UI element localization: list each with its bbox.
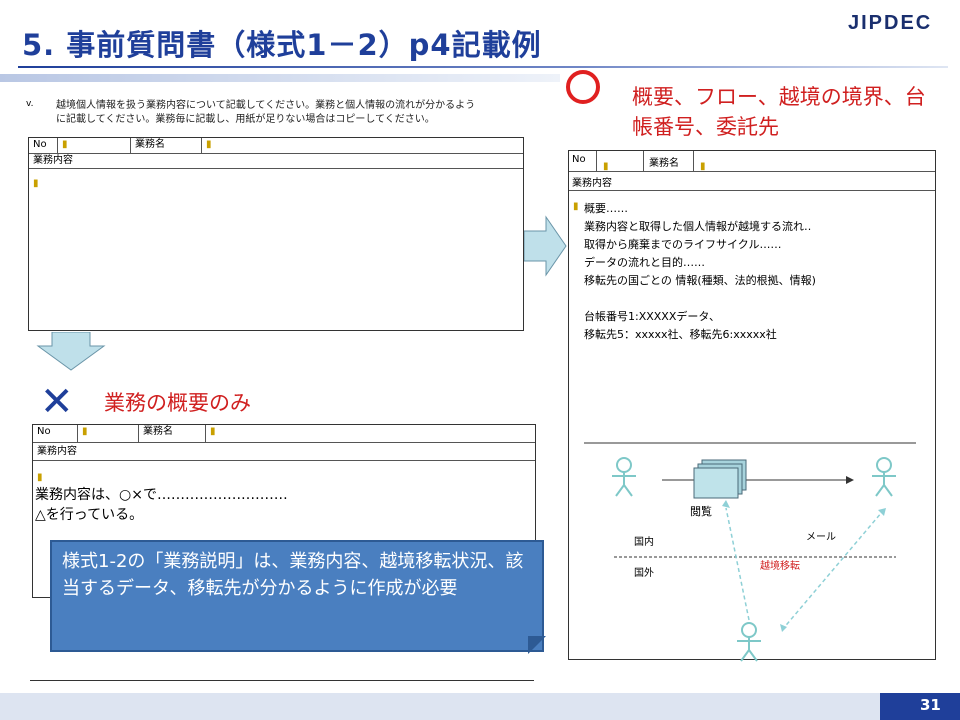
form-template: No ▮ 業務名 ▮ 業務内容 ▮ bbox=[28, 137, 524, 331]
detail-line: 台帳番号1:XXXXXデータ、 bbox=[584, 310, 721, 323]
instruction-line-2: に記載してください。業務毎に記載し、用紙が足りない場合はコピーしてください。 bbox=[56, 114, 435, 125]
detail-line: データの流れと目的‥‥‥ bbox=[584, 256, 706, 269]
name-label: 業務名 bbox=[139, 425, 206, 442]
person-icon bbox=[612, 457, 636, 497]
content-label: 業務内容 bbox=[37, 446, 77, 457]
content-line-1: 業務内容は、○×で‥‥‥‥‥‥‥‥‥‥‥‥‥‥ bbox=[35, 487, 288, 503]
instruction-text: 越境個人情報を扱う業務内容について記載してください。業務と個人情報の流れが分かる… bbox=[32, 99, 532, 127]
form-header-row: No ▮ 業務名 ▮ bbox=[29, 138, 523, 154]
document-stack-icon bbox=[693, 459, 747, 499]
down-arrow-icon bbox=[36, 332, 106, 371]
no-label: No bbox=[572, 154, 586, 165]
no-label: No bbox=[33, 425, 78, 442]
detail-line: 移転先5：xxxxx社、移転先6:xxxxx社 bbox=[584, 328, 777, 341]
bad-example-heading: 業務の概要のみ bbox=[104, 391, 251, 415]
content-label: 業務内容 bbox=[33, 155, 73, 166]
domestic-label: 国内 bbox=[634, 537, 654, 548]
flag-icon: ▮ bbox=[603, 161, 609, 172]
border-transfer-label: 越境移転 bbox=[760, 561, 800, 572]
cell-divider bbox=[596, 151, 597, 171]
mail-label: メール bbox=[806, 532, 836, 543]
header-stripe bbox=[0, 74, 560, 82]
flag-icon: ▮ bbox=[210, 426, 216, 437]
form-content-row: 業務内容 bbox=[33, 443, 535, 461]
person-icon bbox=[737, 622, 761, 662]
form-header-row: No ▮ 業務名 ▮ bbox=[33, 425, 535, 443]
content-line-2: △を行っている。 bbox=[35, 507, 144, 523]
cross-ng-icon: ✕ bbox=[40, 379, 74, 425]
detail-line bbox=[584, 290, 816, 308]
detail-line: 取得から廃棄までのライフサイクル‥‥‥ bbox=[584, 238, 782, 251]
data-flow-diagram bbox=[584, 442, 916, 662]
cell-divider bbox=[643, 151, 644, 171]
form-content-row: 業務内容 bbox=[569, 172, 935, 191]
name-label: 業務名 bbox=[649, 158, 679, 169]
name-label: 業務名 bbox=[131, 138, 202, 153]
flag-icon: ▮ bbox=[33, 178, 39, 189]
no-label: No bbox=[29, 138, 58, 153]
content-label: 業務内容 bbox=[572, 178, 612, 189]
footer-bar bbox=[0, 693, 960, 720]
right-arrow-icon bbox=[524, 215, 567, 277]
form-content-row: 業務内容 bbox=[29, 154, 523, 169]
person-icon bbox=[872, 457, 896, 497]
detail-line: 概要‥‥‥ bbox=[584, 202, 629, 215]
cell-divider bbox=[693, 151, 694, 171]
bad-example-content: 業務内容は、○×で‥‥‥‥‥‥‥‥‥‥‥‥‥‥ △を行っている。 bbox=[35, 485, 288, 525]
instruction-line-1: 越境個人情報を扱う業務内容について記載してください。業務と個人情報の流れが分かる… bbox=[56, 100, 476, 111]
page-number: 31 bbox=[920, 696, 941, 714]
good-example-heading: 概要、フロー、越境の境界、台帳番号、委託先 bbox=[632, 85, 926, 139]
callout-note: 様式1-2の「業務説明」は、業務内容、越境移転状況、該当するデータ、移転先が分か… bbox=[50, 540, 544, 652]
page-title: 5. 事前質問書（様式1－2）p4記載例 bbox=[22, 28, 542, 62]
good-example-details: 概要‥‥‥ 業務内容と取得した個人情報が越境する流れ‥ 取得から廃棄までのライフ… bbox=[584, 200, 816, 344]
detail-line: 移転先の国ごとの 情報(種類、法的根拠、情報) bbox=[584, 274, 816, 287]
footer-rule bbox=[30, 680, 534, 681]
detail-line: 業務内容と取得した個人情報が越境する流れ‥ bbox=[584, 220, 812, 233]
flag-icon: ▮ bbox=[700, 161, 706, 172]
flag-icon: ▮ bbox=[78, 425, 139, 442]
view-label: 閲覧 bbox=[690, 505, 712, 518]
flag-icon: ▮ bbox=[58, 138, 131, 153]
title-underline bbox=[18, 66, 948, 68]
flag-icon: ▮ bbox=[206, 139, 212, 150]
flag-icon: ▮ bbox=[37, 472, 43, 483]
flag-icon: ▮ bbox=[573, 201, 579, 212]
form-header-row: No ▮ 業務名 ▮ bbox=[569, 151, 935, 172]
foreign-label: 国外 bbox=[634, 568, 654, 579]
jipdec-logo: JIPDEC bbox=[848, 12, 933, 34]
circle-ok-icon bbox=[566, 70, 600, 104]
